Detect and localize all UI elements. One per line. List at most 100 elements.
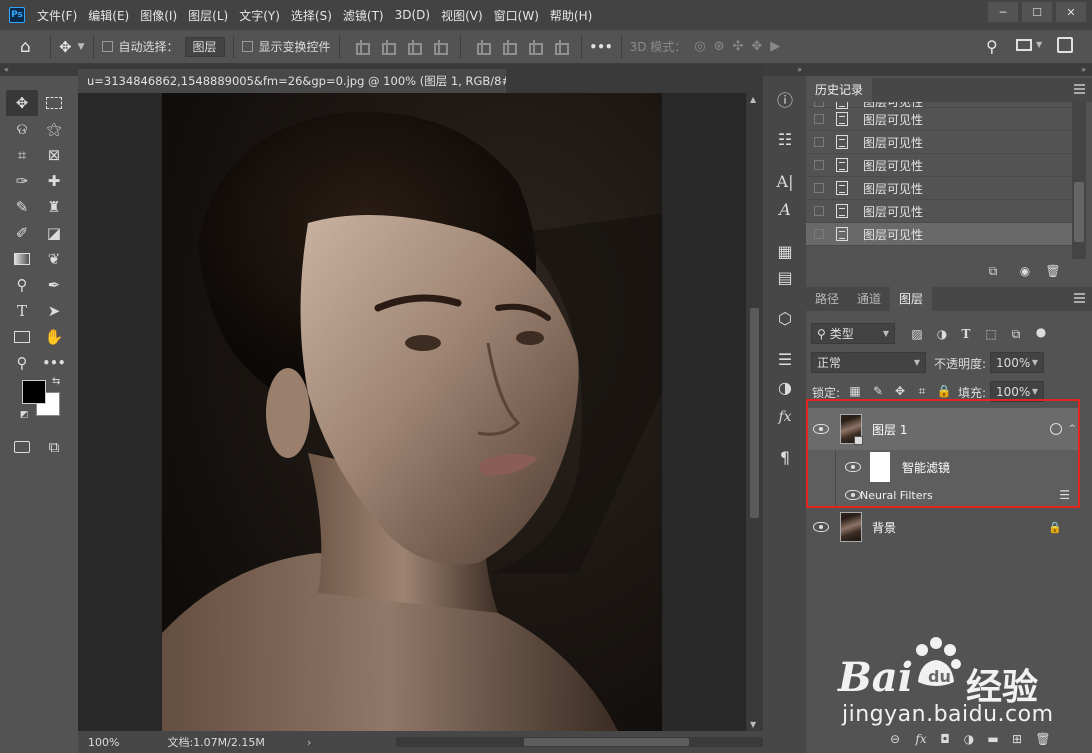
filter-mask-thumbnail[interactable]	[870, 452, 890, 482]
layer-name[interactable]: 背景	[872, 519, 896, 536]
healing-brush-tool-icon[interactable]: ✚	[38, 168, 70, 194]
align-top-icon[interactable]	[474, 39, 491, 55]
minimize-button[interactable]: ─	[988, 2, 1018, 22]
quick-mask-icon[interactable]	[6, 434, 38, 460]
frame-tool-icon[interactable]: ⊠	[38, 142, 70, 168]
libraries-panel-icon[interactable]: ☷	[771, 126, 799, 152]
distribute-vertical-icon[interactable]	[552, 39, 569, 55]
list-item[interactable]: 图层可见性	[806, 154, 1072, 177]
properties-panel-icon[interactable]: ▦	[771, 238, 799, 264]
foreground-color-swatch[interactable]	[22, 380, 46, 404]
panel-menu-icon[interactable]	[1074, 293, 1085, 303]
status-menu-arrow[interactable]: ›	[307, 736, 311, 749]
brush-tool-icon[interactable]: ✎	[6, 194, 38, 220]
zoom-level[interactable]: 100%	[88, 736, 119, 749]
canvas[interactable]	[78, 93, 746, 731]
fill-input[interactable]: 100% ▼	[990, 381, 1044, 402]
chevron-up-icon[interactable]: ^	[1068, 424, 1076, 434]
3d-panel-icon[interactable]: ⬡	[771, 305, 799, 331]
lock-image-pixels-icon[interactable]: ✎	[869, 383, 887, 399]
lock-artboard-icon[interactable]: ⌗	[913, 383, 931, 399]
blend-mode-dropdown[interactable]: 正常 ▼	[811, 352, 926, 373]
horizontal-scroll-thumb[interactable]	[524, 738, 689, 746]
visibility-eye-icon[interactable]	[813, 424, 829, 434]
list-item[interactable]: 图层可见性	[806, 177, 1072, 200]
snapshot-checkbox[interactable]	[814, 206, 824, 216]
type-tool-icon[interactable]: T	[6, 298, 38, 324]
character-panel-icon[interactable]: A|	[771, 168, 799, 194]
list-item[interactable]: 图层可见性	[806, 200, 1072, 223]
menu-edit[interactable]: 编辑(E)	[88, 7, 129, 24]
crop-tool-icon[interactable]: ⌗	[6, 142, 38, 168]
rectangle-tool-icon[interactable]	[6, 324, 38, 350]
filter-name[interactable]: Neural Filters	[860, 489, 933, 502]
shape-filter-icon[interactable]: ⬚	[982, 326, 1000, 342]
transform-controls-checkbox[interactable]	[241, 41, 253, 52]
align-left-icon[interactable]	[353, 39, 370, 55]
default-colors-icon[interactable]: ◩	[20, 410, 29, 420]
menu-help[interactable]: 帮助(H)	[550, 7, 592, 24]
more-tools-icon[interactable]: •••	[38, 350, 70, 376]
panels-collapse[interactable]: »	[806, 64, 1092, 76]
move-tool-icon[interactable]: ✥	[6, 90, 38, 116]
history-scrollbar[interactable]	[1072, 102, 1086, 259]
pixel-filter-icon[interactable]: ▨	[908, 326, 926, 342]
smart-object-filter-icon[interactable]: ⧉	[1007, 326, 1025, 342]
chevron-down-icon[interactable]: ▼	[78, 42, 85, 52]
align-center-icon[interactable]	[379, 39, 396, 55]
visibility-eye-icon[interactable]	[845, 462, 861, 472]
scroll-up-icon[interactable]: ▲	[750, 95, 756, 104]
smart-filters-label[interactable]: 智能滤镜	[902, 459, 950, 476]
more-options-button[interactable]: •••	[590, 40, 613, 54]
hand-tool-icon[interactable]: ✋	[38, 324, 70, 350]
workspace-icon[interactable]	[1016, 39, 1032, 51]
glyphs-panel-icon[interactable]: A	[771, 196, 799, 222]
adjustment-filter-icon[interactable]: ◑	[933, 326, 951, 342]
magic-wand-tool-icon[interactable]: ⚝	[38, 116, 70, 142]
eraser-tool-icon[interactable]: ◪	[38, 220, 70, 246]
snapshot-checkbox[interactable]	[814, 183, 824, 193]
search-icon[interactable]: ⚲	[986, 37, 998, 56]
close-button[interactable]: ✕	[1056, 2, 1086, 22]
layer-row-neural-filters[interactable]: Neural Filters ☰	[806, 484, 1080, 506]
new-document-from-state-icon[interactable]: ⧉	[984, 263, 1002, 279]
snapshot-checkbox[interactable]	[814, 229, 824, 239]
menu-window[interactable]: 窗口(W)	[494, 7, 539, 24]
opacity-input[interactable]: 100% ▼	[990, 352, 1044, 373]
blur-tool-icon[interactable]: ❦	[38, 246, 70, 272]
document-tab[interactable]: u=3134846862,1548889005&fm=26&gp=0.jpg @…	[78, 69, 506, 93]
distribute-icon[interactable]	[431, 39, 448, 55]
dodge-tool-icon[interactable]: ⚲	[6, 272, 38, 298]
align-right-icon[interactable]	[405, 39, 422, 55]
menu-filter[interactable]: 滤镜(T)	[343, 7, 384, 24]
home-icon[interactable]: ⌂	[20, 37, 42, 57]
lasso-tool-icon[interactable]: ଡ	[6, 116, 38, 142]
menu-type[interactable]: 文字(Y)	[239, 7, 280, 24]
styles-panel-icon[interactable]: ◑	[771, 374, 799, 400]
tab-channels[interactable]: 通道	[848, 287, 890, 311]
pen-tool-icon[interactable]: ✒	[38, 272, 70, 298]
tab-history[interactable]: 历史记录	[806, 78, 873, 102]
notes-panel-icon[interactable]: ▤	[771, 264, 799, 290]
toolbar-collapse[interactable]: «	[0, 64, 78, 76]
clone-stamp-tool-icon[interactable]: ♜	[38, 194, 70, 220]
gradient-tool-icon[interactable]	[6, 246, 38, 272]
vertical-scroll-thumb[interactable]	[750, 308, 759, 518]
menu-3d[interactable]: 3D(D)	[395, 8, 430, 22]
visibility-eye-icon[interactable]	[813, 522, 829, 532]
snapshot-checkbox[interactable]	[814, 114, 824, 124]
menu-select[interactable]: 选择(S)	[291, 7, 332, 24]
vertical-scrollbar[interactable]: ▲ ▼	[746, 93, 763, 731]
zoom-tool-icon[interactable]: ⚲	[6, 350, 38, 376]
fx-panel-icon[interactable]: fx	[771, 404, 799, 430]
type-filter-icon[interactable]: T	[957, 326, 975, 342]
filter-options-icon[interactable]: ☰	[1059, 488, 1070, 502]
align-middle-icon[interactable]	[500, 39, 517, 55]
menu-layer[interactable]: 图层(L)	[188, 7, 228, 24]
path-selection-tool-icon[interactable]: ➤	[38, 298, 70, 324]
move-tool-icon[interactable]: ✥	[59, 38, 72, 56]
horizontal-scrollbar[interactable]	[396, 737, 816, 747]
align-bottom-icon[interactable]	[526, 39, 543, 55]
layer-filter-dropdown[interactable]: ⚲ 类型 ▼	[811, 323, 895, 344]
menu-view[interactable]: 视图(V)	[441, 7, 483, 24]
